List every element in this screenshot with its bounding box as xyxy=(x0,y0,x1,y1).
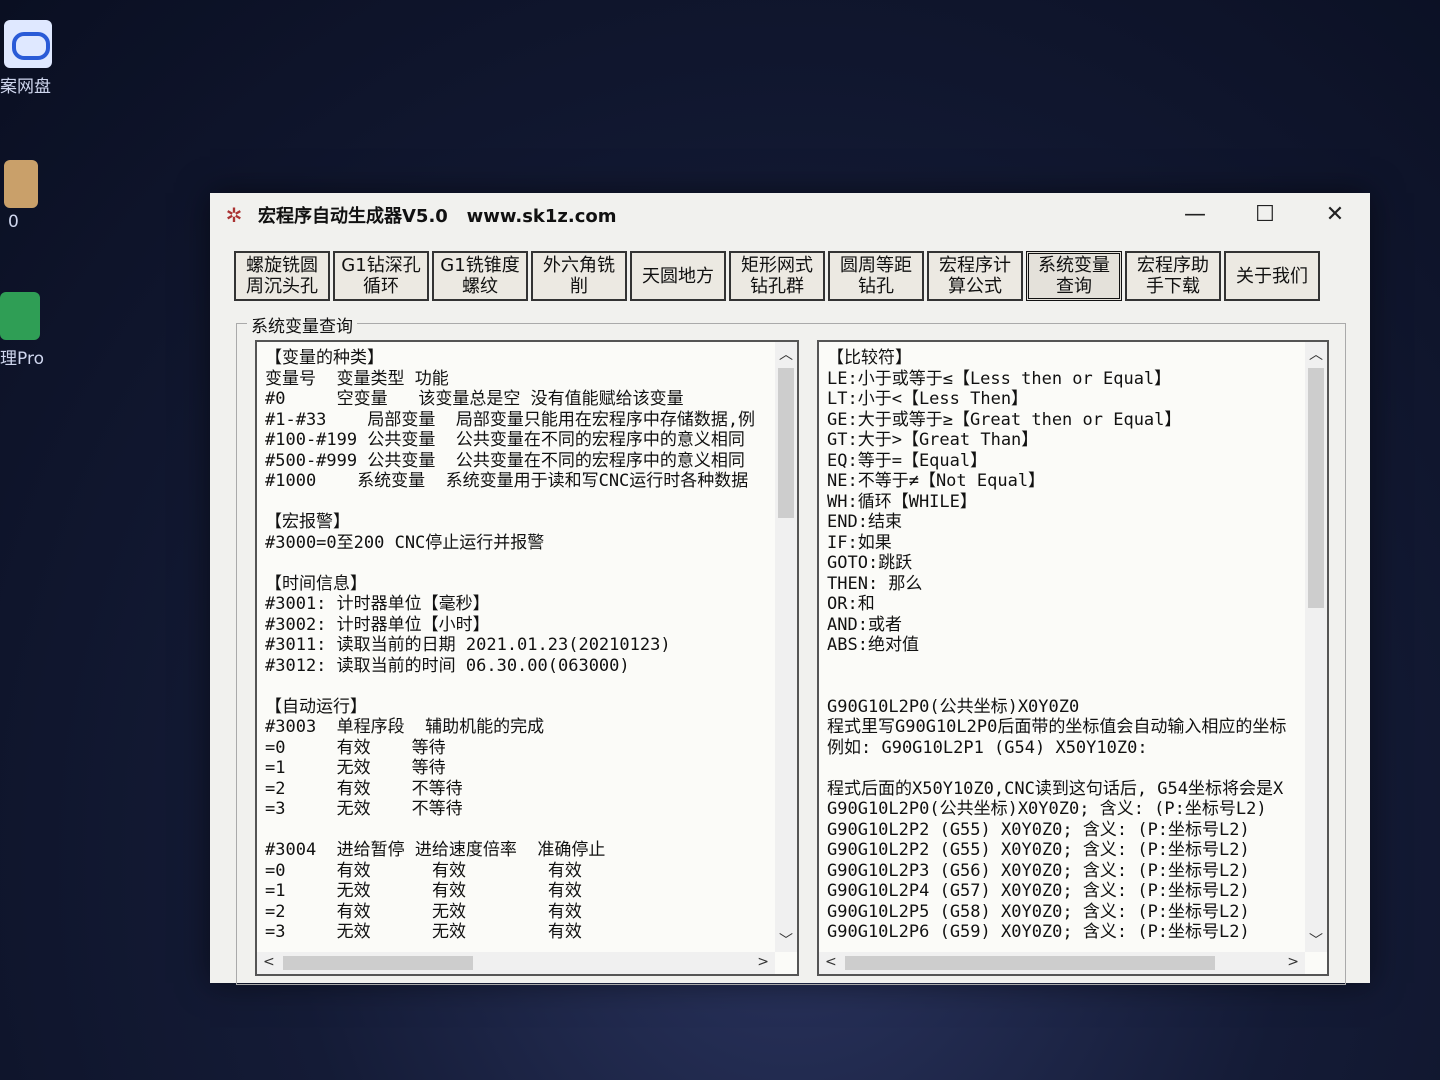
desktop-icon-archive[interactable]: 0 xyxy=(0,160,60,232)
tab-spiral-counterbore[interactable]: 螺旋铣圆 周沉头孔 xyxy=(234,251,330,301)
scroll-thumb[interactable] xyxy=(778,368,794,518)
scroll-left-arrow-icon[interactable]: < xyxy=(825,954,837,970)
scroll-up-arrow-icon[interactable]: ︿ xyxy=(1309,344,1323,364)
system-variable-group: 系统变量查询 【变量的种类】 变量号 变量类型 功能 #0 空变量 该变量总是空… xyxy=(236,312,1346,985)
scroll-down-arrow-icon[interactable]: ﹀ xyxy=(779,930,793,950)
group-title: 系统变量查询 xyxy=(247,312,357,337)
variable-types-textbox[interactable]: 【变量的种类】 变量号 变量类型 功能 #0 空变量 该变量总是空 没有值能赋给… xyxy=(255,340,799,976)
scroll-thumb[interactable] xyxy=(1308,368,1324,608)
variable-types-text: 【变量的种类】 变量号 变量类型 功能 #0 空变量 该变量总是空 没有值能赋给… xyxy=(265,348,756,942)
vertical-scrollbar[interactable]: ︿ ﹀ xyxy=(775,342,797,952)
tab-system-variables[interactable]: 系统变量 查询 xyxy=(1026,251,1122,301)
desktop-icon-netdisk[interactable]: 案网盘 xyxy=(0,20,60,97)
tab-g1-taper-thread[interactable]: G1铣锥度 螺纹 xyxy=(432,251,528,301)
tab-about-us[interactable]: 关于我们 xyxy=(1224,251,1320,301)
vertical-scrollbar[interactable]: ︿ ﹀ xyxy=(1305,342,1327,952)
desktop-icon-pro[interactable]: 理Pro xyxy=(0,292,60,369)
horizontal-scrollbar[interactable]: < > xyxy=(819,952,1305,974)
tab-g1-deep-hole[interactable]: G1钻深孔 循环 xyxy=(333,251,429,301)
title-bar[interactable]: ✲ 宏程序自动生成器V5.0 www.sk1z.com — ☐ ✕ xyxy=(210,193,1370,237)
app-logo-icon: ✲ xyxy=(225,203,243,227)
close-button[interactable]: ✕ xyxy=(1300,193,1370,237)
window-title: 宏程序自动生成器V5.0 www.sk1z.com xyxy=(258,206,617,227)
minimize-button[interactable]: — xyxy=(1160,193,1230,237)
scroll-thumb[interactable] xyxy=(283,956,473,970)
scroll-right-arrow-icon[interactable]: > xyxy=(757,954,769,970)
tab-hexagon-milling[interactable]: 外六角铣 削 xyxy=(531,251,627,301)
folder-icon xyxy=(4,160,38,208)
comparison-operators-text: 【比较符】 LE:小于或等于≤【Less then or Equal】 LT:小… xyxy=(827,348,1287,942)
scroll-down-arrow-icon[interactable]: ﹀ xyxy=(1309,930,1323,950)
horizontal-scrollbar[interactable]: < > xyxy=(257,952,775,974)
desktop-icon-label: 理Pro xyxy=(0,349,44,369)
tab-macro-helper-download[interactable]: 宏程序助 手下载 xyxy=(1125,251,1221,301)
desktop-icon-label: 0 xyxy=(8,212,19,232)
comparison-operators-textbox[interactable]: 【比较符】 LE:小于或等于≤【Less then or Equal】 LT:小… xyxy=(817,340,1329,976)
scroll-up-arrow-icon[interactable]: ︿ xyxy=(779,344,793,364)
tab-macro-formula[interactable]: 宏程序计 算公式 xyxy=(927,251,1023,301)
scroll-thumb[interactable] xyxy=(845,956,1215,970)
desktop-icon-label: 案网盘 xyxy=(0,77,51,97)
tab-circular-drilling[interactable]: 圆周等距 钻孔 xyxy=(828,251,924,301)
app-icon xyxy=(0,292,40,340)
maximize-button[interactable]: ☐ xyxy=(1230,193,1300,237)
scroll-right-arrow-icon[interactable]: > xyxy=(1287,954,1299,970)
function-tab-bar: 螺旋铣圆 周沉头孔 G1钻深孔 循环 G1铣锥度 螺纹 外六角铣 削 天圆地方 … xyxy=(234,251,1320,301)
cloud-icon xyxy=(4,20,52,68)
tab-round-to-square[interactable]: 天圆地方 xyxy=(630,251,726,301)
app-window: ✲ 宏程序自动生成器V5.0 www.sk1z.com — ☐ ✕ 螺旋铣圆 周… xyxy=(210,193,1370,985)
tab-rect-grid-drilling[interactable]: 矩形网式 钻孔群 xyxy=(729,251,825,301)
scroll-left-arrow-icon[interactable]: < xyxy=(263,954,275,970)
